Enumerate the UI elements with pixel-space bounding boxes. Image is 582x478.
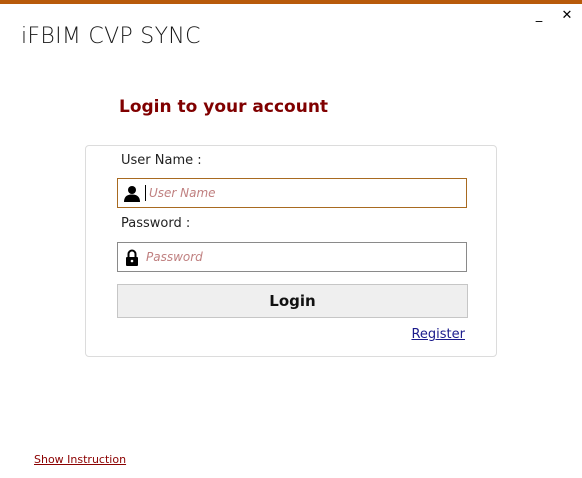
show-instruction-link[interactable]: Show Instruction	[34, 453, 126, 466]
register-link[interactable]: Register	[411, 327, 465, 342]
login-card: User Name : Password : Login Register	[85, 145, 497, 357]
lock-icon	[121, 243, 143, 271]
password-input[interactable]	[143, 244, 466, 270]
minimize-button[interactable]: _	[532, 8, 546, 23]
login-heading: Login to your account	[119, 97, 329, 117]
window-top-accent	[0, 0, 582, 4]
window-controls: _ ✕	[532, 8, 574, 23]
close-button[interactable]: ✕	[560, 8, 574, 23]
username-input[interactable]	[146, 180, 466, 206]
password-label: Password :	[121, 216, 191, 231]
user-icon	[121, 179, 143, 207]
username-field[interactable]	[117, 178, 467, 208]
password-field[interactable]	[117, 242, 467, 272]
app-title: iFBIM CVP SYNC	[21, 24, 201, 49]
username-label: User Name :	[121, 153, 202, 168]
login-button[interactable]: Login	[117, 284, 468, 318]
